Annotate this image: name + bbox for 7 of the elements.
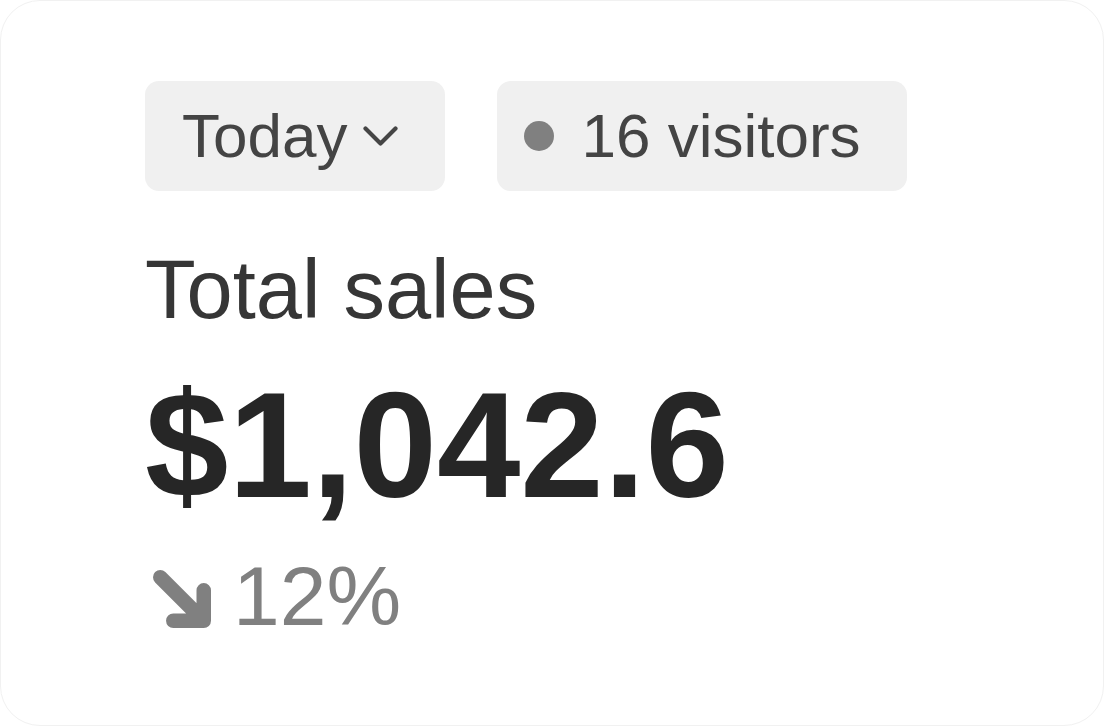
chevron-icon xyxy=(363,125,399,147)
metric-value: $1,042.6 xyxy=(145,370,729,520)
period-dropdown[interactable]: Today xyxy=(145,81,446,191)
metric-label: Total sales xyxy=(145,248,538,331)
status-dot-icon xyxy=(524,121,555,151)
visitor-count: 16 visitors xyxy=(581,100,861,172)
change-percent: 12% xyxy=(233,554,402,638)
